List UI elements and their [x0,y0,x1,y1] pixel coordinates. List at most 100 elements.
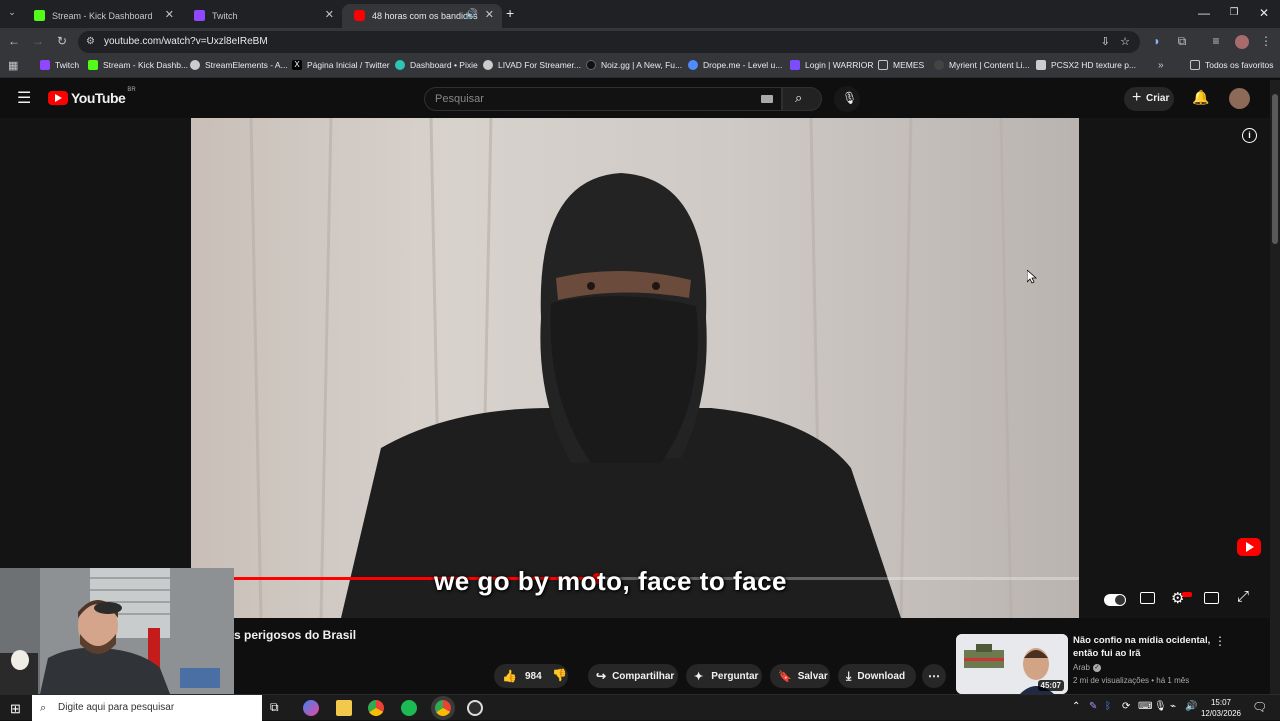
taskbar-search-input[interactable]: ⌕ Digite aqui para pesquisar [32,695,262,721]
media-control-icon[interactable]: ≡ [1208,34,1224,48]
bookmark-star-icon[interactable]: ☆ [1120,31,1130,53]
bookmark-item[interactable]: X Página Inicial / Twitter [292,60,390,70]
menu-icon[interactable]: ⋮ [1258,34,1274,48]
tray-sync-icon[interactable]: ⟳ [1122,701,1130,712]
tab-kick-dashboard[interactable]: Stream - Kick Dashboard ✕ [22,4,182,28]
keyboard-icon[interactable] [761,95,773,103]
extensions-icon[interactable]: ⧉ [1174,34,1190,49]
close-icon[interactable]: ✕ [485,8,494,21]
channel-name[interactable]: Arab ✓ [1073,663,1101,672]
speaker-icon[interactable]: 🔊 [466,9,478,20]
masked-person-video-image [191,118,1079,618]
minimize-icon[interactable]: — [1194,6,1214,20]
file-explorer-icon[interactable] [336,700,352,716]
more-actions-button[interactable]: ⋯ [922,664,946,688]
obs-icon[interactable] [467,700,483,716]
page-scrollbar[interactable] [1270,80,1280,694]
tab-twitch[interactable]: Twitch ✕ [182,4,342,28]
bluetooth-icon[interactable]: ᛒ [1105,701,1111,712]
recommended-video[interactable]: 45:07 Não confio na mídia ocidental, ent… [956,634,1256,694]
youtube-watermark-icon[interactable] [1237,538,1261,556]
tab-title: Stream - Kick Dashboard [52,11,153,21]
search-button[interactable]: ⌕ [782,87,822,111]
youtube-logo[interactable]: YouTube BR [48,87,136,106]
restore-icon[interactable]: ❐ [1224,7,1244,18]
bookmark-item[interactable]: PCSX2 HD texture p... [1036,60,1136,70]
site-info-icon[interactable]: ⚙ [86,31,95,53]
spotify-icon[interactable] [401,700,417,716]
pcsx2-icon [1036,60,1046,70]
clock[interactable]: 15:07 12/03/2026 [1200,697,1242,719]
autoplay-toggle[interactable] [1104,594,1126,606]
bookmark-item[interactable]: Drope.me - Level u... [688,60,782,70]
search-input[interactable]: Pesquisar [424,87,782,111]
all-bookmarks-label: Todos os favoritos [1205,60,1274,70]
chrome-icon[interactable] [368,700,384,716]
hd-badge-icon [1182,592,1192,597]
ask-button[interactable]: ✦ Perguntar [686,664,762,688]
back-icon[interactable]: ← [6,34,22,48]
more-vertical-icon[interactable]: ⋮ [1214,634,1226,648]
close-icon[interactable]: ✕ [165,8,174,21]
video-meta: 2 mi de visualizações • há 1 mês [1073,676,1190,685]
close-window-icon[interactable]: ✕ [1254,6,1274,20]
windows-start-icon[interactable]: ⊞ [10,701,21,717]
bookmark-item[interactable]: Dashboard • Pixie [395,60,478,70]
copilot-icon[interactable] [303,700,319,716]
bookmark-item[interactable]: Myrient | Content Li... [934,60,1030,70]
volume-icon[interactable]: 🔊 [1185,701,1197,712]
dislike-button[interactable]: 👎 [548,664,568,688]
close-icon[interactable]: ✕ [325,8,334,21]
network-icon[interactable]: ⌁ [1170,701,1176,712]
bookmark-item[interactable]: Login | WARRIOR [790,60,874,70]
bookmark-folder[interactable]: MEMES [878,60,924,70]
apps-icon[interactable]: ▦ [8,59,18,72]
bookmark-item[interactable]: Twitch [40,60,79,70]
save-button[interactable]: 🔖 Salvar [770,664,830,688]
chrome-active-icon[interactable] [435,700,451,716]
forward-icon[interactable]: → [30,34,46,48]
video-duration: 45:07 [1037,680,1064,691]
extension-active-icon[interactable]: ◗ [1149,34,1165,48]
sparkle-icon: ✦ [694,670,704,683]
notifications-icon[interactable]: 🗨 [1252,700,1267,714]
subtitles-icon[interactable] [1140,592,1155,604]
share-icon: ↪ [596,669,607,683]
voice-search-button[interactable]: 🎙 [834,86,860,112]
new-tab-button[interactable]: + [506,5,514,21]
fullscreen-icon[interactable]: ⤢ [1237,588,1249,605]
chevron-right-icon[interactable]: » [1158,60,1164,71]
task-view-icon[interactable]: ⧉ [270,700,279,715]
taskbar-search-placeholder: Digite aqui para pesquisar [58,702,175,713]
hamburger-menu-icon[interactable]: ☰ [17,88,31,108]
create-button[interactable]: + Criar [1124,87,1174,111]
recommended-title[interactable]: Não confio na mídia ocidental, então fui… [1073,634,1213,660]
share-button[interactable]: ↪ Compartilhar [588,664,678,688]
tab-search-icon[interactable]: ⌄ [4,7,20,18]
video-player[interactable]: i ⚙ ⤢ [0,118,1270,618]
tab-youtube-video[interactable]: 48 horas com os bandidos 🔊 ✕ [342,4,502,28]
download-button[interactable]: ⤓ Download [838,664,916,688]
bookmark-item[interactable]: Noiz.gg | A New, Fu... [586,60,682,70]
install-app-icon[interactable]: ⇩ [1101,31,1110,53]
video-frame[interactable] [191,118,1079,618]
all-bookmarks-button[interactable]: Todos os favoritos [1190,60,1274,70]
info-icon[interactable]: i [1242,128,1257,143]
account-avatar[interactable] [1229,88,1250,109]
bookmark-item[interactable]: LIVAD For Streamer... [483,60,581,70]
notifications-bell-icon[interactable]: 🔔 [1192,89,1209,106]
reload-icon[interactable]: ↻ [54,34,70,48]
clock-time: 15:07 [1210,698,1232,707]
miniplayer-icon[interactable] [1204,592,1219,604]
video-thumbnail[interactable]: 45:07 [956,634,1068,694]
profile-avatar[interactable] [1235,35,1249,49]
bookmark-item[interactable]: StreamElements - A... [190,60,288,70]
like-button[interactable]: 👍 984 👎 [494,664,568,688]
microphone-tray-icon[interactable]: 🎙 [1154,701,1167,712]
bookmark-item[interactable]: Stream - Kick Dashb... [88,60,188,70]
tray-app-icon[interactable]: ✎ [1089,701,1097,712]
scrollbar-thumb[interactable] [1272,94,1278,244]
tray-device-icon[interactable]: ⌨ [1138,701,1152,712]
tray-chevron-icon[interactable]: ⌃ [1072,701,1080,712]
address-bar[interactable]: ⚙ youtube.com/watch?v=Uxzl8eIReBM ⇩ ☆ [78,31,1140,53]
